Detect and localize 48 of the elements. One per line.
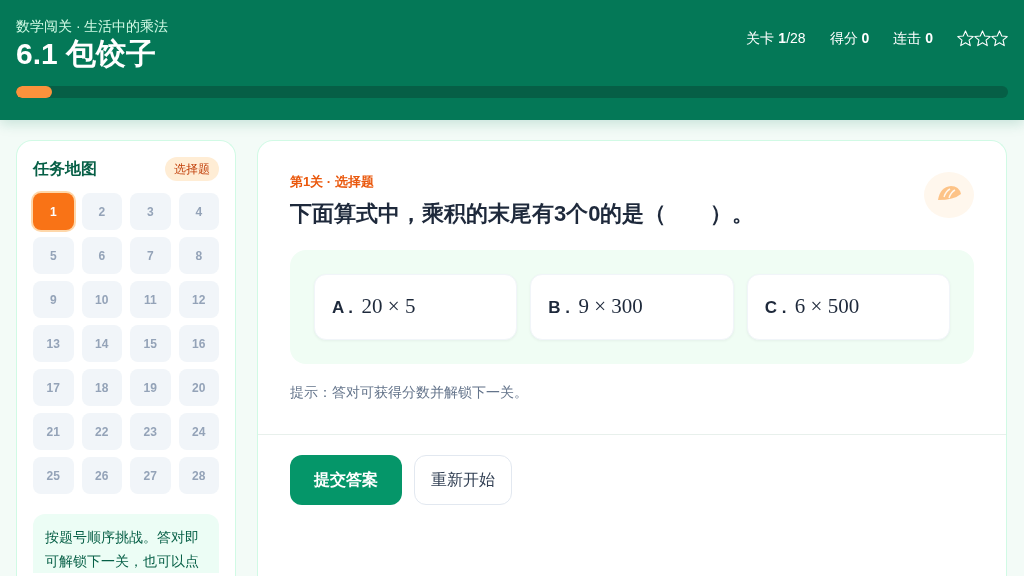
question-type-tag: 选择题 [165,157,219,181]
level-button[interactable]: 17 [33,369,74,406]
level-button[interactable]: 27 [130,457,171,494]
instructions-text: 按题号顺序挑战。答对即可解锁下一关，也可以点 [33,514,219,573]
question-text: 下面算式中，乘积的末尾有3个0的是（ ）。 [290,200,755,228]
level-button[interactable]: 25 [33,457,74,494]
star-icon [957,30,974,47]
level-button[interactable]: 15 [130,325,171,362]
level-button[interactable]: 12 [178,281,219,318]
level-button[interactable]: 23 [130,413,171,450]
restart-button[interactable]: 重新开始 [414,455,512,505]
level-button[interactable]: 19 [130,369,171,406]
level-button[interactable]: 6 [81,237,122,274]
header-subtitle: 数学闯关 · 生活中的乘法 [16,17,169,36]
level-button[interactable]: 10 [81,281,122,318]
level-button[interactable]: 14 [81,325,122,362]
level-button[interactable]: 1 [33,193,74,230]
level-button[interactable]: 13 [33,325,74,362]
submit-button[interactable]: 提交答案 [290,455,402,505]
level-button[interactable]: 9 [33,281,74,318]
level-button[interactable]: 20 [178,369,219,406]
sidebar-title: 任务地图 [33,159,97,179]
level-button[interactable]: 26 [81,457,122,494]
answer-option[interactable]: B . 9 × 300 [530,274,734,340]
hint-text: 提示：答对可获得分数并解锁下一关。 [290,383,529,402]
level-label: 第1关 · 选择题 [290,174,375,190]
stat-text: 得分 0 [829,29,870,48]
star-icon [991,30,1008,47]
level-button[interactable]: 7 [130,237,171,274]
star-icon [974,30,991,47]
level-button[interactable]: 16 [178,325,219,362]
level-button[interactable]: 21 [33,413,74,450]
level-button[interactable]: 18 [81,369,122,406]
level-button[interactable]: 24 [178,413,219,450]
level-button[interactable]: 3 [130,193,171,230]
answer-option[interactable]: A . 20 × 5 [314,274,518,340]
level-button[interactable]: 8 [178,237,219,274]
level-button[interactable]: 22 [81,413,122,450]
level-button[interactable]: 4 [178,193,219,230]
level-button[interactable]: 28 [178,457,219,494]
level-button[interactable]: 11 [130,281,171,318]
stat-text: 连击 0 [893,29,933,48]
stat-text: 关卡 1/28 [746,29,806,48]
dumpling-icon [924,172,974,218]
page-title: 6.1 包饺子 [16,36,158,72]
level-button[interactable]: 2 [81,193,122,230]
level-button[interactable]: 5 [33,237,74,274]
answer-option[interactable]: C . 6 × 500 [746,274,950,340]
